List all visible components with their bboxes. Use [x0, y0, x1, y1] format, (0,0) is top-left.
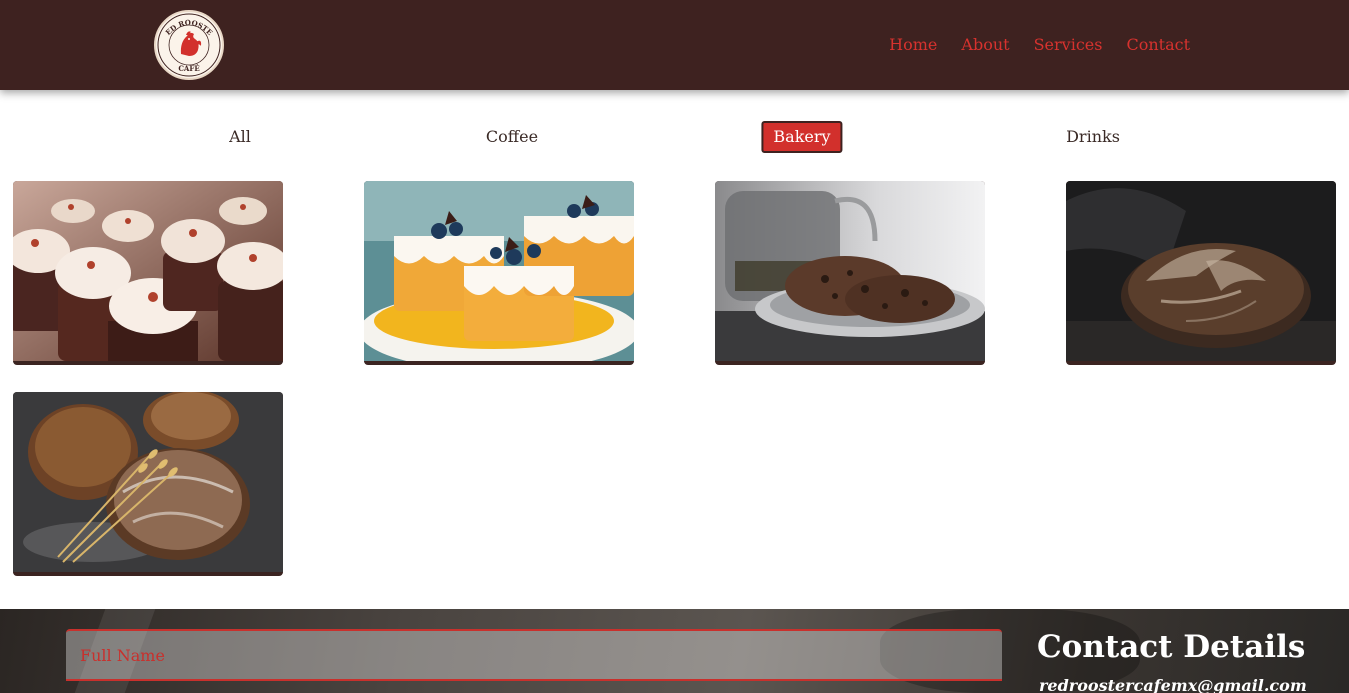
logo[interactable]: RED ROOSTER CAFÉ: [154, 10, 224, 80]
nav-home-link[interactable]: Home: [889, 34, 937, 56]
gallery-card-rye-bread[interactable]: [13, 392, 283, 576]
nav-about-link[interactable]: About: [961, 34, 1009, 56]
filter-coffee-button[interactable]: Coffee: [474, 121, 550, 153]
sourdough-image: [1066, 181, 1336, 361]
contact-section: Contact Details redroostercafemx@gmail.c…: [0, 609, 1349, 693]
filter-bakery-button[interactable]: Bakery: [761, 121, 843, 153]
nav-services-link[interactable]: Services: [1034, 34, 1103, 56]
gallery-card-cookies[interactable]: [715, 181, 985, 365]
main-nav: Home About Services Contact: [889, 34, 1190, 56]
contact-details-title: Contact Details: [1037, 629, 1306, 665]
full-name-input[interactable]: [66, 629, 1002, 681]
nav-contact-link[interactable]: Contact: [1126, 34, 1190, 56]
gallery-card-blueberry-cakes[interactable]: [364, 181, 634, 365]
site-header: RED ROOSTER CAFÉ Home About Services Con…: [0, 0, 1349, 90]
gallery-card-cupcakes[interactable]: [13, 181, 283, 365]
blueberry-cakes-image: [364, 181, 634, 361]
gallery-card-sourdough[interactable]: [1066, 181, 1336, 365]
filter-all-button[interactable]: All: [217, 121, 263, 153]
rooster-logo-icon: RED ROOSTER CAFÉ: [156, 12, 221, 77]
cookies-image: [715, 181, 985, 361]
menu-filter-tabs: All Coffee Bakery Drinks: [0, 121, 1349, 154]
svg-text:CAFÉ: CAFÉ: [178, 64, 199, 73]
rye-bread-image: [13, 392, 283, 572]
filter-drinks-button[interactable]: Drinks: [1054, 121, 1132, 153]
contact-email[interactable]: redroostercafemx@gmail.com: [1039, 675, 1307, 693]
cupcakes-image: [13, 181, 283, 361]
